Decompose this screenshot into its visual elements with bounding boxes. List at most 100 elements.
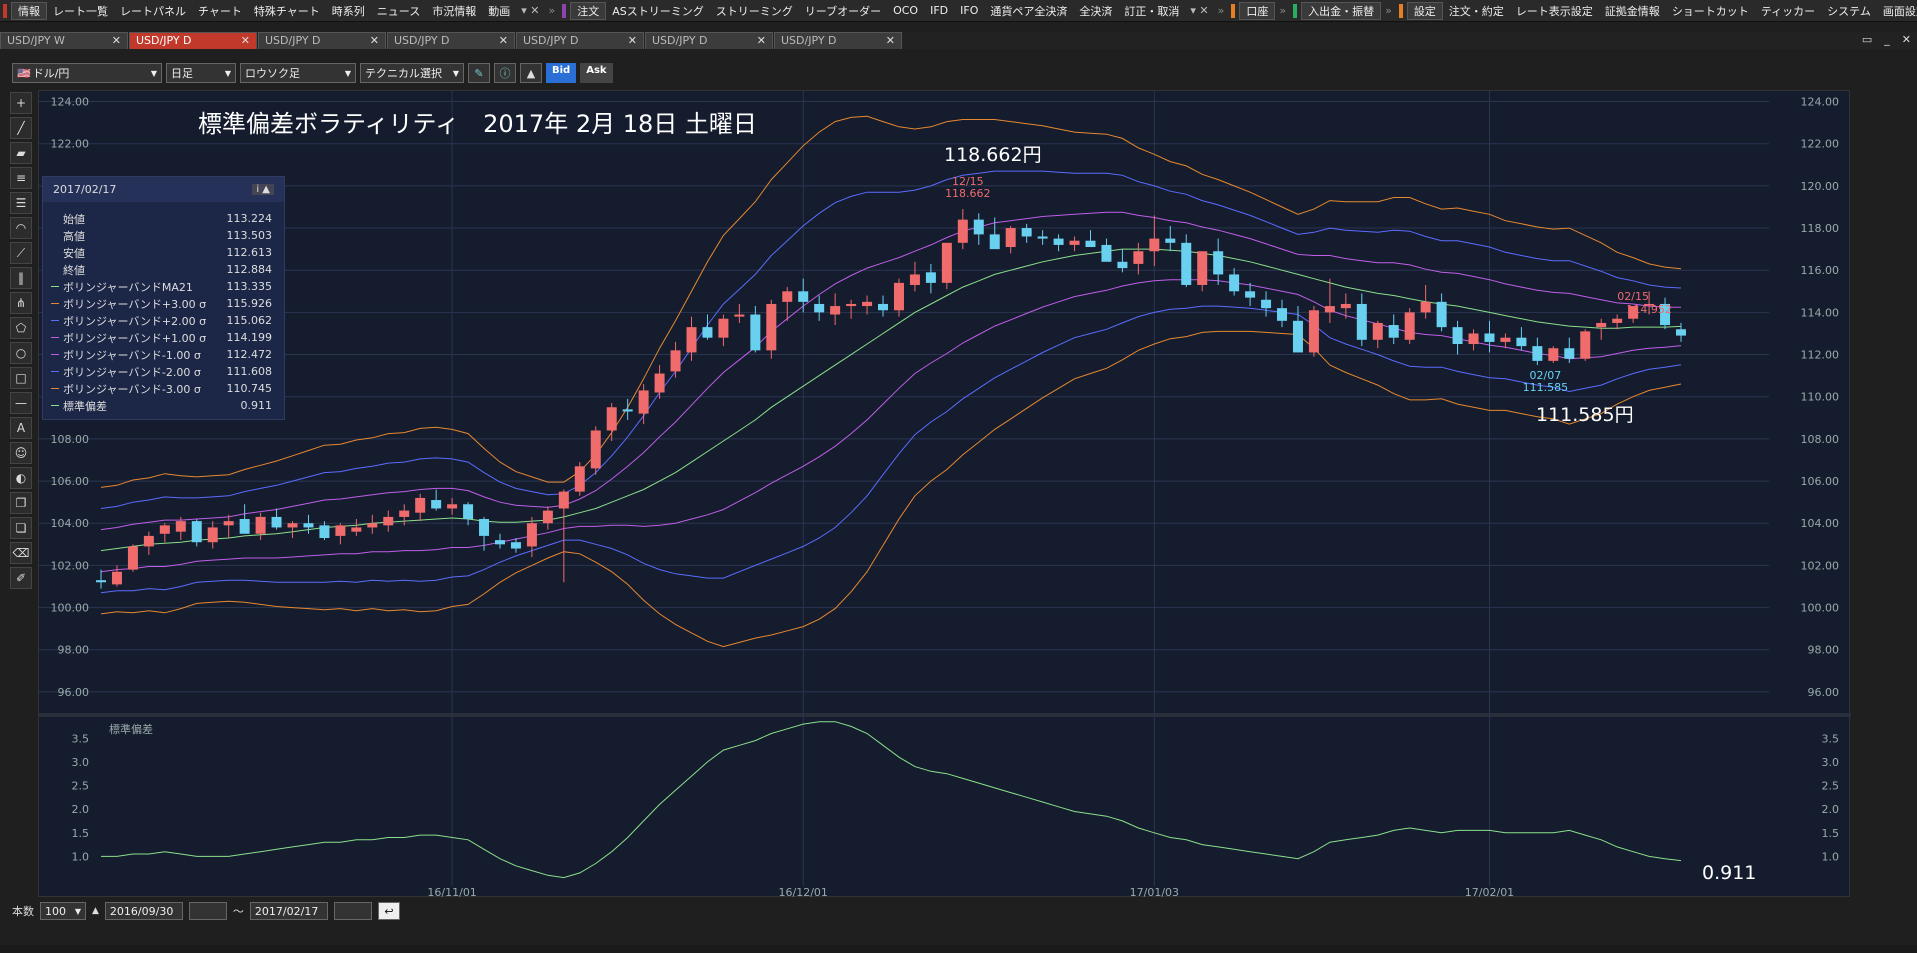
menu-item[interactable]: 画面設定 — [1877, 3, 1917, 19]
menu-item[interactable]: 注文・約定 — [1443, 3, 1510, 19]
close-icon[interactable]: ✕ — [1902, 33, 1911, 46]
menu-item[interactable]: 証拠金情報 — [1599, 3, 1666, 19]
menu-item[interactable]: ティッカー — [1755, 3, 1821, 19]
to-time-input[interactable] — [333, 902, 372, 920]
chart-tab[interactable]: USD/JPY D ✕ — [129, 32, 257, 49]
trendline-icon[interactable]: ╱ — [10, 117, 32, 139]
data-panel-row-label-wrap: 安値 — [51, 245, 85, 261]
magnet-icon[interactable]: ◐ — [10, 467, 32, 489]
count-select[interactable]: 100 ▼ — [40, 902, 86, 920]
text-icon[interactable]: A — [10, 417, 32, 439]
chart-tab[interactable]: USD/JPY D ✕ — [645, 32, 773, 49]
area-chart-icon[interactable]: ▲ — [520, 63, 542, 83]
menu-item[interactable]: OCO — [887, 4, 924, 17]
menu-item[interactable]: 時系列 — [326, 3, 371, 19]
from-time-input[interactable] — [188, 902, 227, 920]
menu-item[interactable]: レート表示設定 — [1510, 3, 1599, 19]
chart-area[interactable]: 124.00124.00122.00122.00120.00120.00118.… — [38, 90, 1851, 898]
menu-item[interactable]: リーブオーダー — [799, 3, 887, 19]
data-panel-row: ボリンジャーバンド+1.00 σ 114.199 — [43, 329, 284, 346]
menu-item[interactable]: システム — [1821, 3, 1877, 19]
candle-body — [1245, 291, 1256, 298]
pitchfork-icon[interactable]: ⋔ — [10, 292, 32, 314]
menu-item[interactable]: IFO — [954, 4, 984, 17]
menu-item[interactable]: 全決済 — [1073, 3, 1118, 19]
info-icon[interactable]: ⓘ — [494, 63, 516, 83]
candle-body — [494, 540, 505, 545]
candle-body — [814, 303, 825, 313]
menu-item[interactable]: 入出金・振替 — [1301, 1, 1382, 20]
count-up-icon[interactable]: ▲ — [92, 906, 99, 916]
pen-icon[interactable]: ✎ — [468, 63, 490, 83]
menu-item[interactable]: レートパネル — [114, 3, 192, 19]
rectangle-icon[interactable]: □ — [10, 367, 32, 389]
menu-item[interactable]: レート一覧 — [47, 3, 114, 19]
candle-body — [1277, 308, 1288, 321]
menu-item[interactable]: ニュース — [371, 3, 426, 19]
candle-body — [287, 523, 298, 528]
return-icon[interactable]: ↩ — [377, 902, 400, 920]
candle-body — [111, 571, 122, 585]
emoji-icon[interactable]: ☺ — [10, 442, 32, 464]
menu-item[interactable]: 特殊チャート — [248, 3, 326, 19]
ask-button[interactable]: Ask — [580, 63, 613, 83]
hline-icon[interactable]: ≡ — [10, 167, 32, 189]
currency-pair-select[interactable]: 🇺🇸 ドル/円 ▼ — [12, 63, 162, 83]
ruler-icon[interactable]: ▰ — [10, 142, 32, 164]
fibonacci-arc-icon[interactable]: ◠ — [10, 217, 32, 239]
to-date-input[interactable]: 2017/02/17 — [249, 902, 328, 920]
tab-close-icon[interactable]: ✕ — [628, 34, 637, 47]
menu-item[interactable]: 動画 — [482, 3, 516, 19]
y-tick-label-right: 116.00 — [1801, 264, 1840, 277]
tab-close-icon[interactable]: ✕ — [241, 34, 250, 47]
tab-close-icon[interactable]: ✕ — [886, 34, 895, 47]
period-select[interactable]: 日足 ▼ — [166, 63, 236, 83]
chart-tab[interactable]: USD/JPY D ✕ — [516, 32, 644, 49]
bollinger-plus1-line — [100, 211, 1682, 531]
channel-icon[interactable]: ☰ — [10, 192, 32, 214]
panel-info-icon[interactable]: i ▲ — [252, 184, 274, 195]
paste-icon[interactable]: ❏ — [10, 517, 32, 539]
tab-close-icon[interactable]: ✕ — [499, 34, 508, 47]
from-date-input[interactable]: 2016/09/30 — [104, 902, 183, 920]
chart-tab[interactable]: USD/JPY D ✕ — [258, 32, 386, 49]
chart-type-select[interactable]: ロウソク足 ▼ — [240, 63, 356, 83]
menu-item[interactable]: ASストリーミング — [606, 3, 710, 19]
circle-icon[interactable]: ○ — [10, 342, 32, 364]
chart-tab[interactable]: USD/JPY D ✕ — [774, 32, 902, 49]
data-panel-row-label-wrap: ボリンジャーバンド-2.00 σ — [51, 364, 201, 380]
menu-close-icon[interactable]: ▾ ✕ — [516, 4, 544, 17]
menu-item[interactable]: 情報 — [11, 1, 47, 20]
menu-item[interactable]: 注文 — [570, 1, 607, 20]
chart-tab[interactable]: USD/JPY D ✕ — [387, 32, 515, 49]
copy-icon[interactable]: ❐ — [10, 492, 32, 514]
menu-close-icon[interactable]: ▾ ✕ — [1185, 4, 1213, 17]
crosshair-icon[interactable]: + — [10, 92, 32, 114]
chart-tab[interactable]: USD/JPY W ✕ — [0, 32, 128, 49]
menu-item[interactable]: ストリーミング — [710, 3, 799, 19]
pentagon-icon[interactable]: ⬠ — [10, 317, 32, 339]
menu-item[interactable]: ショートカット — [1666, 3, 1755, 19]
eraser-icon[interactable]: ⌫ — [10, 542, 32, 564]
tab-close-icon[interactable]: ✕ — [370, 34, 379, 47]
menu-item[interactable]: 口座 — [1239, 1, 1276, 20]
fan-icon[interactable]: ⟋ — [10, 242, 32, 264]
tab-close-icon[interactable]: ✕ — [112, 34, 121, 47]
restore-icon[interactable]: ▭ — [1862, 33, 1872, 46]
menu-item[interactable]: IFD — [924, 4, 954, 17]
menu-item[interactable]: 市況情報 — [426, 3, 482, 19]
menu-item[interactable]: チャート — [192, 3, 248, 19]
technical-select[interactable]: テクニカル選択 ▼ — [360, 63, 464, 83]
vlines-icon[interactable]: ‖ — [10, 267, 32, 289]
menu-item[interactable]: 通貨ペア全決済 — [984, 3, 1073, 19]
line-icon[interactable]: — — [10, 392, 32, 414]
data-panel-row: ボリンジャーバンド-1.00 σ 112.472 — [43, 346, 284, 363]
tab-close-icon[interactable]: ✕ — [757, 34, 766, 47]
minimize-icon[interactable]: _ — [1884, 33, 1890, 46]
candle-body — [1261, 299, 1272, 309]
clear-all-icon[interactable]: ✐ — [10, 567, 32, 589]
bid-button[interactable]: Bid — [546, 63, 577, 83]
menu-item[interactable]: 訂正・取消 — [1118, 3, 1185, 19]
menu-item[interactable]: 設定 — [1406, 1, 1443, 20]
data-panel-row-label-wrap: ボリンジャーバンド+3.00 σ — [51, 296, 206, 312]
